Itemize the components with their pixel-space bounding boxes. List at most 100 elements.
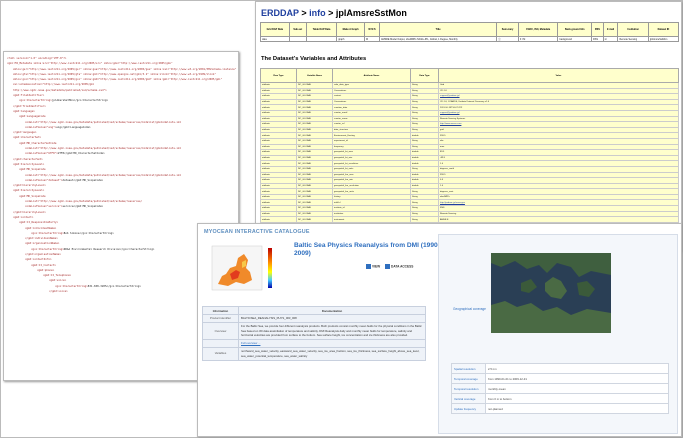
xml-tag: </gmd:language>: [13, 131, 37, 135]
summary-header-cell: Table DAP Data: [305, 22, 338, 37]
summary-cell[interactable]: RSS: [591, 36, 604, 42]
property-row: Spatial resolution 2.5 nm: [451, 363, 669, 374]
xml-tag: <gmd:fileIdentifier>: [13, 94, 45, 98]
summary-header-cell: Dataset ID: [647, 22, 680, 37]
property-value: from 1990-01-01 to 2009-12-31: [485, 373, 669, 384]
summary-header-cell: Make A Graph: [336, 22, 366, 37]
xml-tag: <gmd:MD_ScopeCode: [19, 194, 46, 198]
summary-cell[interactable]: [305, 36, 338, 42]
summary-cell: jplAmsreSstMon: [647, 36, 680, 42]
xml-tag: xmlns:gco="http://www.isotc211.org/2005/…: [13, 78, 223, 82]
info-row: Overview For the Baltic Sea, we provide f…: [202, 321, 426, 341]
summary-cell: Remote Sensing: [617, 36, 649, 42]
view-label: VIEW: [372, 264, 381, 269]
catalogue-header: MYOCEAN INTERACTIVE CATALOGUE: [204, 229, 310, 235]
xml-tag: <gmi:MI_Metadata xmlns:srv="http://www.i…: [7, 62, 173, 66]
full-overview-link[interactable]: Full overview ...: [238, 339, 426, 348]
xml-tag: <gco:CharacterString>: [31, 231, 64, 235]
xml-tag: </gmd:individualName>: [25, 237, 58, 241]
xml-tag: xsi:schemaLocation="http://www.isotc211.…: [13, 83, 95, 87]
summary-header-cell: Title: [378, 22, 498, 37]
xml-tag: <gmd:voice>: [49, 279, 67, 283]
summary-header-cell: Sub-set: [288, 22, 307, 37]
xml-tag: <gmd:individualName>: [25, 226, 57, 230]
xml-text: jplAmsreSstMon</gco:CharacterString>: [51, 99, 109, 103]
xml-tag: <gmd:hierarchyLevel>: [13, 189, 45, 193]
variables-section-heading: The Dataset's Variables and Attributes: [261, 56, 367, 62]
summary-cell: ⓘ: [496, 36, 519, 42]
breadcrumb-dataset-id: jplAmsreSstMon: [335, 8, 407, 18]
attributes-header-cell: Value: [438, 68, 679, 83]
dataset-summary-table: Grid DAP Data Sub-set Table DAP Data Make A…: [260, 22, 680, 42]
xml-tag: <gmd:MD_CharacterSetCode: [19, 141, 57, 145]
property-value: from 0 m to bottom: [485, 393, 669, 404]
property-key: Update frequency: [451, 403, 486, 414]
xml-text: eng</gmd:LanguageCode>: [56, 125, 91, 129]
attributes-header-cell: Attribute Name: [332, 68, 411, 83]
xml-tag: xmlns:gts="http://www.isotc211.org/2005/…: [13, 72, 217, 76]
property-row: Temporal coverage from 1990-01-01 to 2009…: [451, 373, 669, 384]
attributes-header-cell: Variable Name: [296, 68, 333, 83]
xml-tag: </gmd:hierarchyLevel>: [13, 184, 46, 188]
info-row: Product identifier BALTICSEA_REANALYSIS_P…: [202, 314, 426, 323]
xml-tag: <gmd:MD_ScopeCode: [19, 168, 46, 172]
product-details-panel: Geographical coverage Spatial resolution…: [438, 234, 678, 434]
attributes-header-cell: Row Type: [260, 68, 297, 83]
breadcrumb-info-link[interactable]: info: [309, 8, 326, 18]
property-key: Temporal resolution: [451, 383, 486, 394]
info-value: For the Baltic Sea, we provide four diff…: [238, 321, 426, 341]
xml-tag: <gmd:language>: [13, 109, 35, 113]
xml-tag: <gco:CharacterString>: [19, 99, 52, 103]
view-link[interactable]: VIEW: [366, 264, 380, 269]
info-key: Variables: [202, 347, 239, 361]
info-row: Full overview ...: [202, 339, 426, 348]
summary-header-cell: Grid DAP Data: [260, 22, 290, 37]
xml-tag: <gmd:hierarchyLevel>: [13, 162, 45, 166]
xml-text: NOAA Environmental Research Division</gc…: [63, 247, 155, 251]
product-actions: VIEW DATA ACCESS: [366, 264, 417, 269]
summary-header-cell: FGDC, ISO, Metadata: [517, 22, 559, 37]
info-value: northward_sea_water_velocity, eastward_s…: [238, 347, 426, 361]
xml-tag: </gmd:characterSet>: [13, 157, 43, 161]
info-column-header: Information: [202, 306, 239, 315]
xml-tag: <gmd:contact>: [13, 215, 34, 219]
myocean-catalogue-page: MYOCEAN INTERACTIVE CATALOGUE Baltic Sea…: [197, 223, 682, 437]
summary-cell[interactable]: M: [364, 36, 380, 42]
xml-tag: <gmd:characterSet>: [13, 136, 42, 140]
xml-tag: codeListValue="UTF8">: [25, 152, 58, 156]
property-key: Spatial resolution: [451, 363, 486, 374]
xml-tag: <gmd:CI_Contact>: [31, 263, 56, 267]
breadcrumb-separator: >: [325, 8, 336, 18]
info-row: Variables northward_sea_water_velocity, e…: [202, 347, 426, 361]
attributes-header-row: Row Type Variable Name Attribute Name Data …: [260, 68, 679, 83]
summary-cell: F I M: [517, 36, 559, 42]
summary-cell[interactable]: graph: [336, 36, 366, 42]
summary-cell[interactable]: [288, 36, 307, 42]
breadcrumb-separator: >: [298, 8, 310, 18]
xml-text: service</gmd:MD_ScopeCode>: [62, 205, 104, 209]
xml-tag: codeList="http://www.ngdc.noaa.gov/metad…: [25, 173, 182, 177]
property-row: Temporal resolution monthly-mean: [451, 383, 669, 394]
xml-tag: codeList="http://www.ngdc.noaa.gov/metad…: [25, 120, 182, 124]
erddap-breadcrumb: ERDDAP > info > jplAmsreSstMon: [261, 8, 407, 18]
xml-tag: <gmd:organisationName>: [25, 242, 60, 246]
summary-header-cell: Institution: [617, 22, 649, 37]
xml-tag: <gmd:CI_ResponsibleParty>: [19, 221, 59, 225]
doc-column-header: Documentation: [238, 306, 426, 315]
xml-tag: <gmd:LanguageCode: [19, 115, 46, 119]
xml-tag: codeListValue="eng">: [25, 125, 57, 129]
summary-header-cell: Sum-mary: [496, 22, 519, 37]
info-key: Product identifier: [202, 314, 239, 323]
xml-tag: </gmd:organisationName>: [25, 252, 61, 256]
summary-header-cell: RSS: [591, 22, 604, 37]
download-link[interactable]: DATA ACCESS: [385, 264, 413, 269]
breadcrumb-erddap-link[interactable]: ERDDAP: [261, 8, 299, 18]
property-row: Update frequency not-planned: [451, 403, 669, 414]
xml-tag: </gmd:hierarchyLevel>: [13, 210, 46, 214]
xml-tag: </gmd:fileIdentifier>: [13, 104, 46, 108]
summary-cell[interactable]: data: [260, 36, 290, 42]
summary-cell[interactable]: background: [557, 36, 593, 42]
property-key: Temporal coverage: [451, 373, 486, 384]
summary-cell: ✉: [602, 36, 619, 42]
product-properties-table: Spatial resolution 2.5 nm Temporal coverag…: [451, 363, 669, 414]
